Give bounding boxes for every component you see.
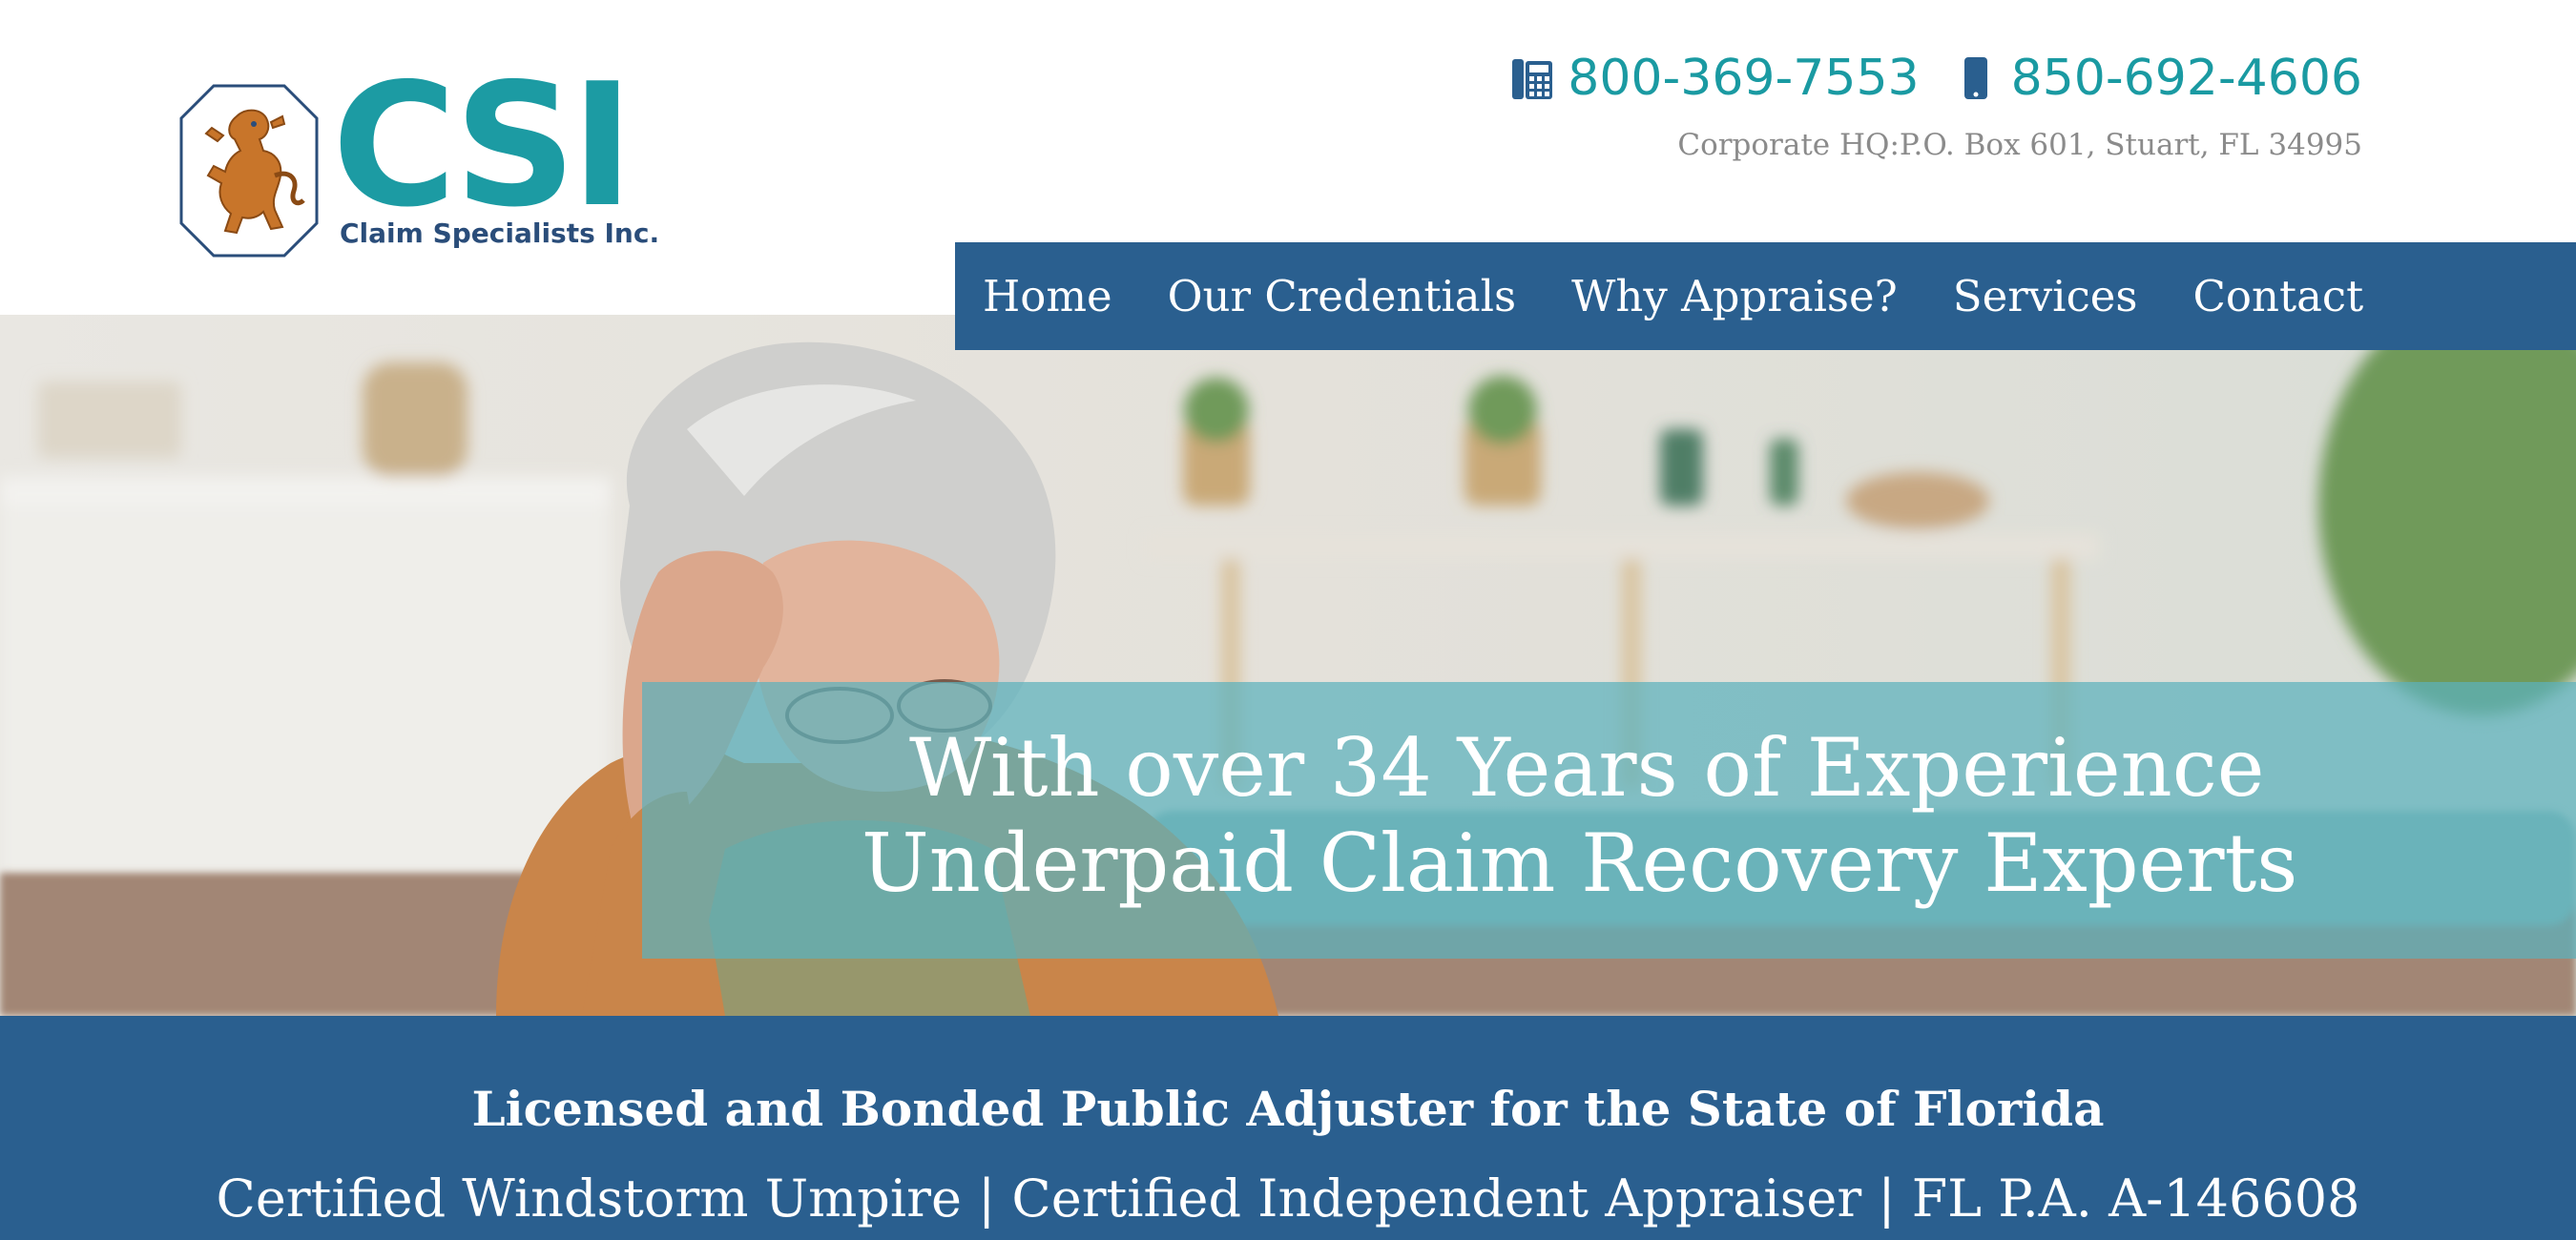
hero-section: With over 34 Years of Experience Underpa… xyxy=(0,315,2576,1016)
mobile-phone-icon xyxy=(1963,57,1987,99)
logo-mark: CSI xyxy=(332,47,634,244)
nav-our-credentials[interactable]: Our Credentials xyxy=(1168,271,1516,321)
hero-headline-line2: Underpaid Claim Recovery Experts xyxy=(862,816,2298,910)
office-phone-link[interactable]: 800-369-7553 xyxy=(1510,50,1920,107)
logo-subtitle: Claim Specialists Inc. xyxy=(340,217,660,249)
csi-logo[interactable]: CSI Claim Specialists Inc. xyxy=(179,61,660,261)
credentials-band: Licensed and Bonded Public Adjuster for … xyxy=(0,1016,2576,1240)
lion-crest-icon xyxy=(179,84,319,258)
phone-numbers: 800-369-7553 850-692-4606 xyxy=(1510,53,2362,103)
contact-block: 800-369-7553 850-692-4606 Corporate HQ:P… xyxy=(1510,53,2362,162)
main-navigation: Home Our Credentials Why Appraise? Servi… xyxy=(955,242,2576,350)
office-phone-icon xyxy=(1512,59,1553,99)
office-phone-number: 800-369-7553 xyxy=(1568,50,1920,107)
nav-services[interactable]: Services xyxy=(1953,271,2138,321)
license-statement: Licensed and Bonded Public Adjuster for … xyxy=(471,1081,2105,1137)
hero-headline-line1: With over 34 Years of Experience xyxy=(909,721,2265,815)
certifications-statement: Certified Windstorm Umpire | Certified I… xyxy=(216,1168,2360,1229)
mobile-phone-link[interactable]: 850-692-4606 xyxy=(1954,53,2362,103)
corporate-address: Corporate HQ:P.O. Box 601, Stuart, FL 34… xyxy=(1677,128,2362,162)
hero-headline: With over 34 Years of Experience Underpa… xyxy=(642,720,2576,911)
nav-home[interactable]: Home xyxy=(983,271,1112,321)
nav-why-appraise[interactable]: Why Appraise? xyxy=(1571,271,1898,321)
mobile-phone-number: 850-692-4606 xyxy=(2010,50,2362,107)
site-header: CSI Claim Specialists Inc. 800-369-7553 … xyxy=(0,0,2576,350)
nav-contact[interactable]: Contact xyxy=(2193,271,2364,321)
